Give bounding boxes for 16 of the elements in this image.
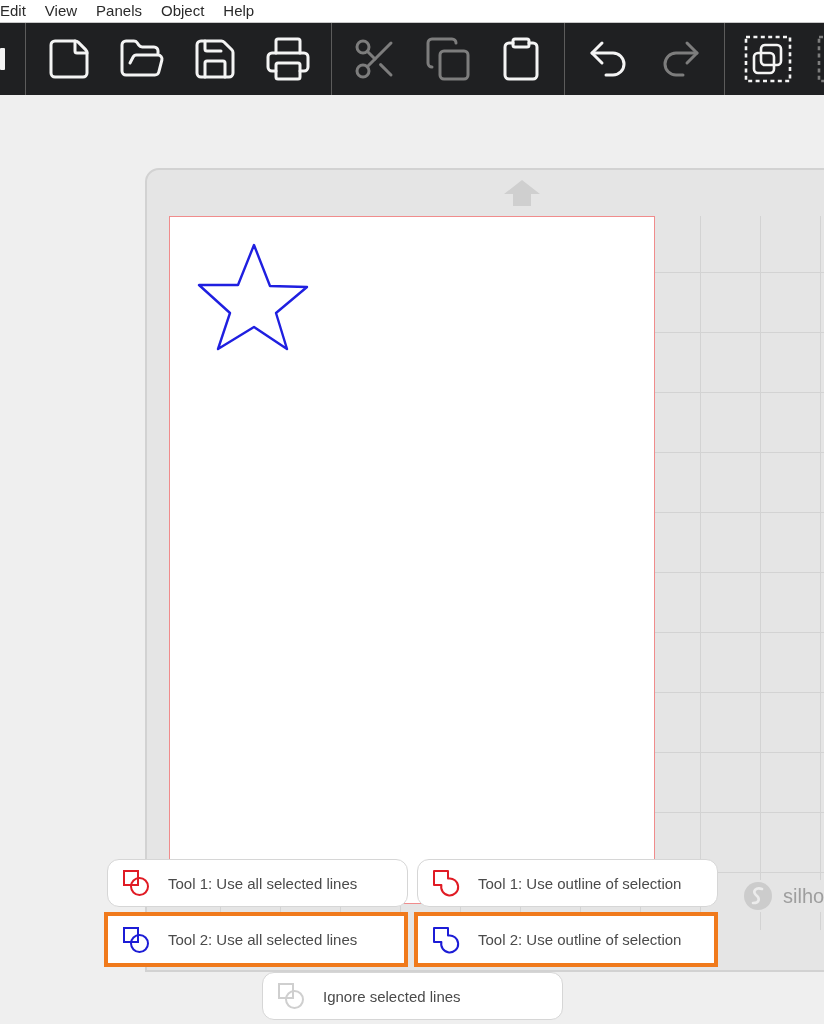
menu-item[interactable]: View xyxy=(44,1,78,21)
option-button[interactable]: Ignore selected lines xyxy=(262,972,563,1020)
menu-item[interactable]: Object xyxy=(161,1,205,21)
menu-item[interactable]: Help xyxy=(223,1,255,21)
group-button[interactable] xyxy=(744,35,792,83)
menu-item[interactable]: Edit xyxy=(0,1,26,21)
printer-icon xyxy=(264,35,312,83)
option-button[interactable]: Tool 1: Use outline of selection xyxy=(417,859,718,907)
copy-icon xyxy=(424,35,472,83)
print-button[interactable] xyxy=(264,35,312,83)
group-icon xyxy=(744,35,792,83)
option-button[interactable]: Tool 1: Use all selected lines xyxy=(107,859,408,907)
option-button[interactable]: Tool 2: Use all selected lines xyxy=(104,912,408,967)
menu-item[interactable]: Panels xyxy=(96,1,142,21)
option-button[interactable]: Tool 2: Use outline of selection xyxy=(414,912,718,967)
logo-text: silho xyxy=(783,884,824,908)
